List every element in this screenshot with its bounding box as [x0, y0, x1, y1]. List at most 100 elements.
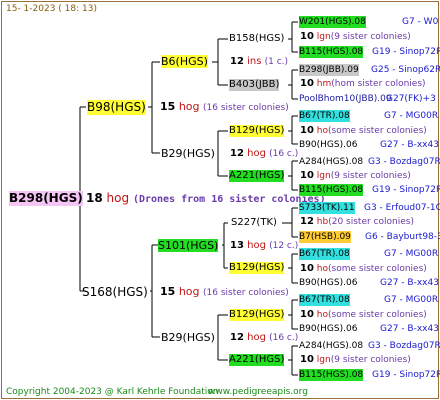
l2-gen-2: 12 hog (16 c.) [230, 148, 298, 160]
l4-6-top: B67(TR).08 [299, 248, 350, 260]
l4-6-top-loc: G7 - MG00R [384, 249, 439, 259]
l4-4-mid-num: 10 [300, 170, 314, 181]
l4-2-bot-loc: G27(FK)+3 [386, 94, 436, 104]
l4-7-mid: 10 ho(some sister colonies) [300, 309, 427, 321]
l4-5-top-loc: G3 - Erfoud07-1Q [364, 203, 440, 213]
l4-5-bot-loc: G6 - Bayburt98-3 [365, 232, 440, 242]
l4-6-bot: B90(HGS).06 [299, 278, 358, 288]
root-node: B298(HGS) [9, 191, 83, 206]
l2-gen-1-note: (1 c.) [264, 57, 289, 67]
l4-2-mid-num: 10 [300, 78, 314, 89]
l4-5-mid: 12 hb(20 sister colonies) [300, 216, 414, 228]
l4-5-mid-note: (20 sister colonies) [328, 217, 414, 227]
l4-5-mid-unit: hb [316, 217, 329, 227]
l2-gen-1-num: 12 [230, 56, 244, 67]
l3-node-7: B129(HGS) [229, 309, 285, 321]
l4-8-top: A284(HGS).08 [299, 341, 364, 351]
l4-8-top-loc: G3 - Bozdag07R [368, 341, 440, 351]
l4-8-mid-unit: lgn [316, 355, 331, 365]
l4-7-mid-note: (some sister colonies) [328, 310, 427, 320]
l4-2-mid-note: (hom sister colonies) [331, 79, 426, 89]
pedigree-page: { "header": { "date": "15- 1-2023 ( 18: … [0, 0, 440, 400]
l4-1-top-loc: G7 - W0 [402, 17, 439, 27]
l4-1-mid-num: 10 [300, 31, 314, 42]
l4-4-top-loc: G3 - Bozdag07R [368, 157, 440, 167]
l4-8-mid-num: 10 [300, 354, 314, 365]
l3-node-1: B158(HGS) [229, 33, 285, 44]
l2-gen-2-num: 12 [230, 148, 244, 159]
l4-4-bot-loc: G19 - Sinop72R [372, 185, 440, 195]
l4-8-mid-note: (9 sister colonies) [330, 355, 411, 365]
l4-3-bot-loc: G27 - B-xx43 [380, 140, 439, 150]
l4-3-mid-num: 10 [300, 125, 314, 136]
l4-6-mid-num: 10 [300, 263, 314, 274]
l4-5-top: S733(TK).11 [299, 202, 355, 214]
l3-node-2: B403(JBB) [229, 79, 280, 91]
l4-8-mid: 10 lgn(9 sister colonies) [300, 354, 411, 366]
root-gen-num: 18 [86, 191, 103, 205]
l4-6-mid-unit: ho [316, 264, 329, 274]
l4-1-bot-loc: G19 - Sinop72R [372, 47, 440, 57]
l2-node-1: B6(HGS) [161, 55, 208, 68]
l4-4-top: A284(HGS).08 [299, 157, 364, 167]
l4-8-bot-loc: G19 - Sinop72R [372, 370, 440, 380]
dam-gen-unit: hog [178, 285, 200, 298]
l2-gen-4-note: (16 c.) [269, 333, 299, 343]
sire-gen-unit: hog [178, 100, 200, 113]
dam-note: (16 sister colonies) [203, 288, 289, 298]
l3-node-3: B129(HGS) [229, 125, 285, 137]
l2-gen-3-note: (12 c.) [269, 241, 299, 251]
l4-6-mid: 10 ho(some sister colonies) [300, 263, 427, 275]
l4-6-bot-loc: G27 - B-xx43 [380, 278, 439, 288]
l4-4-bot: B115(HGS).08 [299, 184, 364, 196]
root-generation: 18 hog (Drones from 16 sister colonies) [86, 191, 326, 207]
l4-1-mid: 10 lgn(9 sister colonies) [300, 31, 411, 43]
l4-7-mid-unit: ho [316, 310, 329, 320]
sire-node: B98(HGS) [87, 100, 146, 115]
l4-2-top-loc: G25 - Sinop62R [371, 65, 440, 75]
l2-node-4: B29(HGS) [161, 331, 215, 344]
l4-7-top: B67(TR).08 [299, 294, 350, 306]
l4-1-mid-unit: lgn [316, 32, 331, 42]
l3-node-4: A221(HGS) [229, 170, 285, 182]
sire-generation: 15 hog (16 sister colonies) [160, 101, 289, 114]
l4-3-bot: B90(HGS).06 [299, 140, 358, 150]
l2-gen-4: 12 hog (16 c.) [230, 332, 298, 344]
l3-node-5: S227(TK) [231, 217, 277, 228]
dam-gen-num: 15 [160, 285, 176, 298]
root-gen-unit: hog [106, 191, 130, 205]
l4-2-mid: 10 hm(hom sister colonies) [300, 78, 426, 90]
header-date: 15- 1-2023 ( 18: 13) [6, 4, 97, 14]
l4-5-bot: B7(HSB).09 [299, 231, 351, 243]
sire-note: (16 sister colonies) [203, 103, 289, 113]
l4-7-top-loc: G7 - MG00R [384, 295, 439, 305]
dam-generation: 15 hog (16 sister colonies) [160, 286, 289, 299]
l4-3-top-loc: G7 - MG00R [384, 111, 439, 121]
l4-1-mid-note: (9 sister colonies) [330, 32, 411, 42]
l2-gen-4-unit: hog [247, 332, 266, 343]
footer-copyright: Copyright 2004-2023 @ Karl Kehrle Founda… [6, 387, 219, 397]
l2-gen-1-unit: ins [247, 56, 262, 67]
sire-gen-num: 15 [160, 100, 176, 113]
l2-node-2: B29(HGS) [161, 147, 215, 160]
l4-6-mid-note: (some sister colonies) [328, 264, 427, 274]
l4-2-mid-unit: hm [316, 79, 332, 89]
l2-gen-4-num: 12 [230, 332, 244, 343]
l2-gen-2-note: (16 c.) [269, 149, 299, 159]
l4-2-top: B298(JBB).09 [299, 64, 359, 76]
l4-1-top: W201(HGS).08 [299, 16, 366, 28]
dam-node: S168(HGS) [82, 285, 148, 299]
l2-gen-3: 13 hog (12 c.) [230, 240, 298, 252]
l4-1-bot: B115(HGS).08 [299, 46, 364, 58]
l4-7-bot: B90(HGS).06 [299, 324, 358, 334]
l4-2-bot: PoolBhom10(JBB).09 [299, 94, 392, 104]
footer-site-link[interactable]: www.pedigreeapis.org [208, 386, 308, 398]
l4-4-mid-unit: lgn [316, 171, 331, 181]
l4-5-mid-num: 12 [300, 216, 314, 227]
l4-3-mid-note: (some sister colonies) [328, 126, 427, 136]
l4-8-bot: B115(HGS).08 [299, 369, 364, 381]
l3-node-6: B129(HGS) [229, 262, 285, 274]
l2-gen-3-unit: hog [247, 240, 266, 251]
root-note: (Drones from 16 sister colonies) [132, 194, 326, 205]
l2-gen-3-num: 13 [230, 240, 244, 251]
